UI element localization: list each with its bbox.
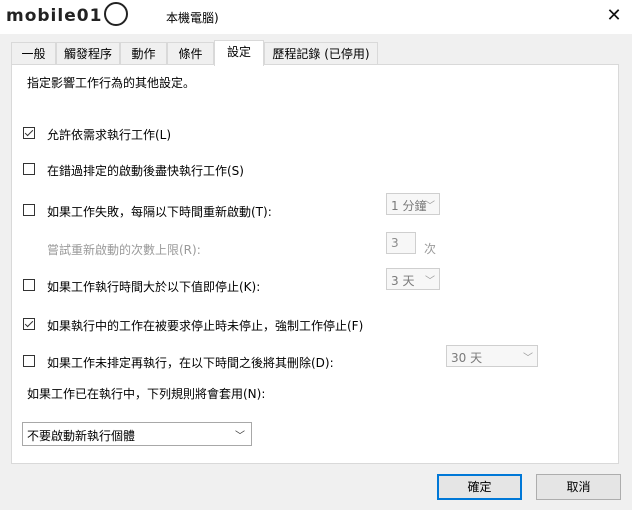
stop-duration-select[interactable]: 3 天 ﹀ [386,268,440,290]
cancel-button[interactable]: 取消 [536,474,621,500]
run-after-missed-checkbox[interactable] [23,163,35,175]
tab-conditions[interactable]: 條件 [167,42,214,64]
restart-attempts-value: 3 [391,236,399,250]
title-bar: mobile01 本機電腦) ✕ [0,0,632,34]
tab-triggers[interactable]: 觸發程序 [56,42,120,64]
watermark-logo: mobile01 [6,2,129,28]
restart-on-fail-checkbox[interactable] [23,204,35,216]
restart-on-fail-label: 如果工作失敗，每隔以下時間重新啟動(T): [47,205,272,219]
running-rule-value: 不要啟動新執行個體 [27,429,136,443]
settings-description: 指定影響工作行為的其他設定。 [27,76,196,90]
stop-if-runs-longer-checkbox[interactable] [23,279,35,291]
tab-general[interactable]: 一般 [11,42,56,64]
restart-attempts-label: 嘗試重新啟動的次數上限(R): [47,243,201,257]
delete-duration-select[interactable]: 30 天 ﹀ [446,345,538,367]
tab-actions[interactable]: 動作 [120,42,167,64]
delete-duration-value: 30 天 [451,351,483,365]
running-rule-label: 如果工作已在執行中，下列規則將會套用(N): [27,387,266,401]
chevron-down-icon: ﹀ [523,353,533,364]
close-button[interactable]: ✕ [604,6,624,26]
stop-if-runs-longer-label: 如果工作執行時間大於以下值即停止(K): [47,280,261,294]
chevron-down-icon: ﹀ [425,201,435,212]
run-after-missed-label: 在錯過排定的啟動後盡快執行工作(S) [47,164,244,178]
delete-if-not-scheduled-checkbox[interactable] [23,355,35,367]
allow-on-demand-label: 允許依需求執行工作(L) [47,128,172,142]
ok-button[interactable]: 確定 [437,474,522,500]
tab-history[interactable]: 歷程記錄 (已停用) [264,42,378,64]
settings-panel [11,64,619,464]
stop-duration-value: 3 天 [391,274,415,288]
restart-interval-value: 1 分鐘 [391,199,427,213]
delete-if-not-scheduled-label: 如果工作未排定再執行，在以下時間之後將其刪除(D): [47,356,334,370]
tab-settings[interactable]: 設定 [214,40,264,66]
logo-mark-icon [104,2,129,26]
window-title: 本機電腦) [166,11,219,25]
running-rule-select[interactable]: 不要啟動新執行個體 ﹀ [22,422,252,446]
force-stop-label: 如果執行中的工作在被要求停止時未停止，強制工作停止(F) [47,319,364,333]
chevron-down-icon: ﹀ [235,431,245,442]
restart-attempts-unit: 次 [424,242,437,256]
restart-attempts-input[interactable]: 3 [386,232,416,254]
force-stop-checkbox[interactable] [23,318,35,330]
restart-interval-select[interactable]: 1 分鐘 ﹀ [386,193,440,215]
chevron-down-icon: ﹀ [425,276,435,287]
allow-on-demand-checkbox[interactable] [23,127,35,139]
